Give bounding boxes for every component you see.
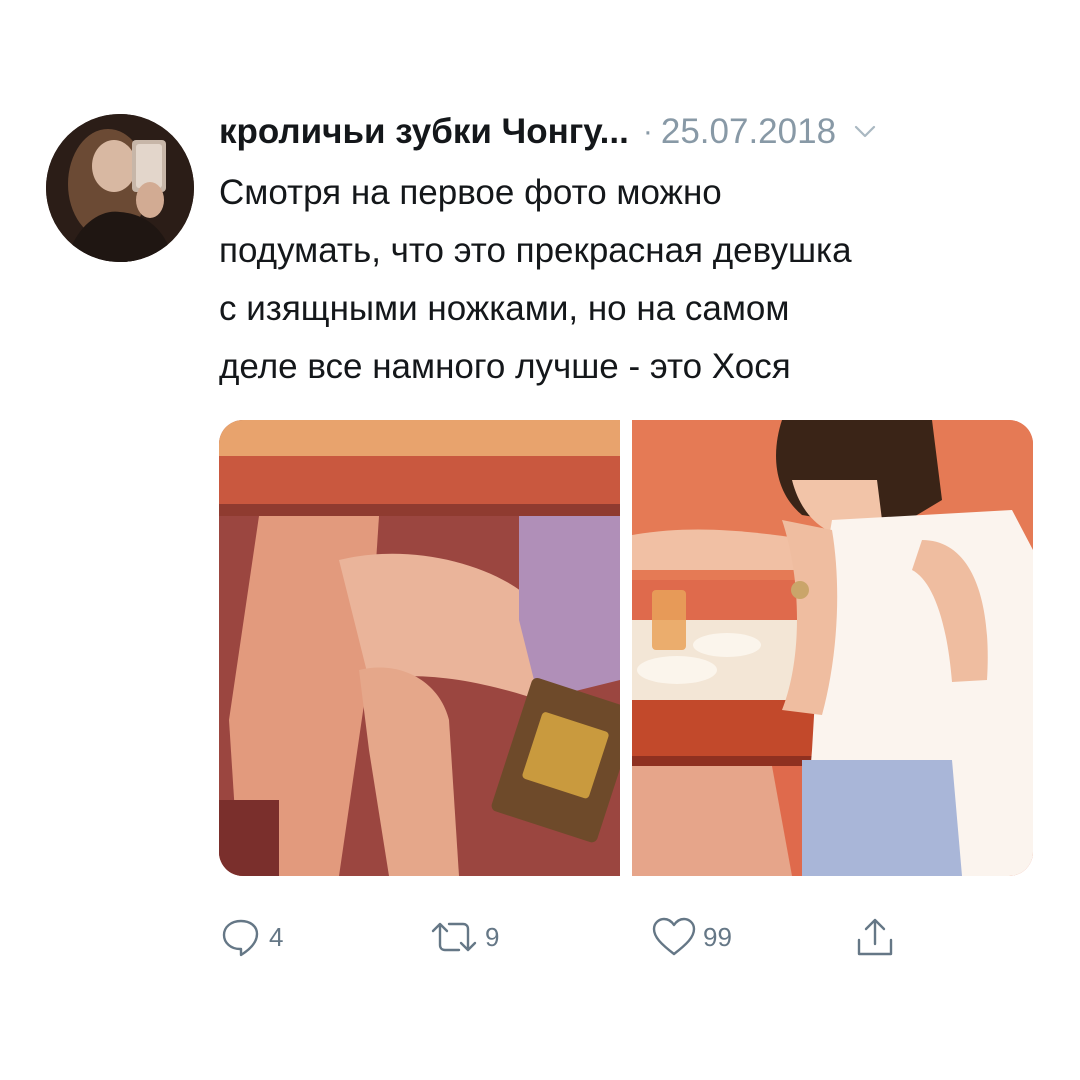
tweet-actions: 4 9 99 <box>219 912 939 962</box>
avatar[interactable] <box>46 114 194 262</box>
tweet-text: Смотря на первое фото можно подумать, чт… <box>219 164 1049 396</box>
avatar-image <box>46 114 194 262</box>
author-name[interactable]: кроличьи зубки Чонгу... <box>219 112 629 152</box>
like-count: 99 <box>703 921 732 952</box>
reply-button[interactable]: 4 <box>219 912 283 962</box>
reply-icon <box>222 919 259 957</box>
separator-dot: · <box>642 115 653 148</box>
tweet-text-line: деле все намного лучше - это Хося <box>219 347 791 386</box>
like-button[interactable]: 99 <box>651 912 732 962</box>
retweet-icon <box>431 922 477 952</box>
tweet-text-line: Смотря на первое фото можно <box>219 173 722 212</box>
photo-legs-under-table <box>219 420 620 876</box>
tweet-header: кроличьи зубки Чонгу... · 25.07.2018 <box>219 108 876 156</box>
share-icon <box>857 918 893 956</box>
tweet-text-line: подумать, что это прекрасная девушка <box>219 231 852 270</box>
share-button[interactable] <box>855 912 895 962</box>
tweet-date[interactable]: 25.07.2018 <box>661 112 836 152</box>
reply-count: 4 <box>269 921 284 952</box>
tweet: кроличьи зубки Чонгу... · 25.07.2018 Смо… <box>0 0 1080 1080</box>
media-photo-2[interactable] <box>632 420 1033 876</box>
retweet-button[interactable]: 9 <box>429 912 499 962</box>
heart-icon <box>652 917 696 956</box>
media-photo-1[interactable] <box>219 420 620 876</box>
tweet-text-line: с изящными ножками, но на самом <box>219 289 790 328</box>
photo-person-at-table <box>632 420 1033 876</box>
retweet-count: 9 <box>485 921 500 952</box>
chevron-down-icon[interactable] <box>854 125 876 139</box>
tweet-media <box>219 420 1033 876</box>
